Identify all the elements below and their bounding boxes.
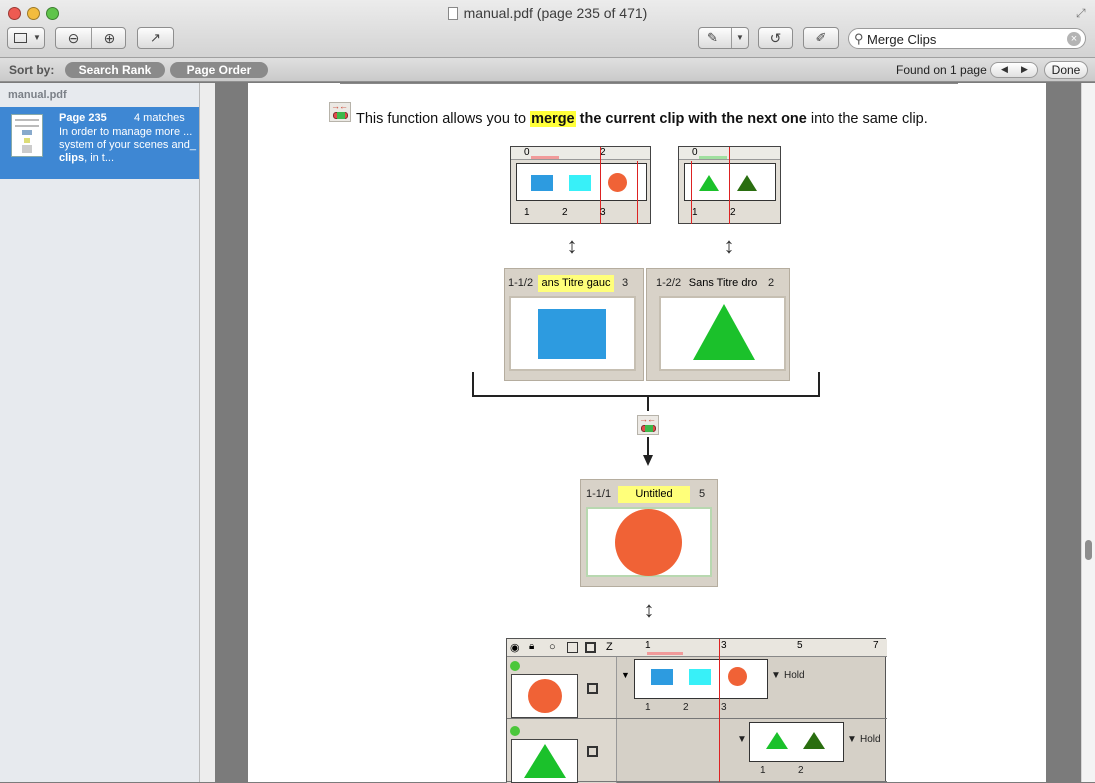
zoom-out-button[interactable]: ⊖: [56, 28, 91, 48]
rotate-icon: ↺: [769, 30, 782, 46]
search-rank-button[interactable]: Search Rank: [65, 62, 165, 78]
double-arrow-icon: ↕: [643, 597, 655, 622]
description-sentence: This function allows you to merge the cu…: [356, 111, 928, 127]
chevron-down-icon: ▼: [736, 33, 744, 42]
camera-icon: [585, 642, 596, 653]
timeline-after: ◉ 🔒︎ ○ Z 1 3 5 7 ▼ ▼ Hold 1 2 3 ▼ ▼ Hold…: [506, 638, 887, 783]
blue-square: [531, 175, 553, 191]
sort-bar: Sort by: Search Rank Page Order Found on…: [0, 58, 1095, 82]
clip-card-right: 1-2/2 Sans Titre dro 2: [646, 268, 790, 381]
square-icon: [567, 642, 578, 653]
sidebar-view-button[interactable]: ▼: [7, 27, 45, 49]
window-titlebar: manual.pdf (page 235 of 471) ⤢ ▼ ⊖ ⊕ ↗ ✎…: [0, 0, 1095, 58]
layer-thumbnail: [511, 674, 578, 718]
result-nav: ◀ ▶: [990, 62, 1038, 78]
markup-button[interactable]: ✎ ▼: [698, 27, 749, 49]
next-result-icon[interactable]: ▶: [1021, 64, 1028, 75]
camera-icon: [587, 746, 598, 757]
timeline-track-2: ▼ ▼ Hold 1 2: [507, 720, 887, 783]
sidebar-file-name: manual.pdf: [8, 89, 67, 101]
sidebar-icon: [14, 33, 27, 43]
done-button[interactable]: Done: [1044, 61, 1088, 79]
search-result-item[interactable]: Page 235 4 matches In order to manage mo…: [0, 107, 199, 179]
orange-circle: [608, 173, 627, 192]
merge-clips-icon: →←: [637, 414, 659, 435]
pen-icon: ✎: [707, 30, 718, 45]
dropdown-icon[interactable]: ▼: [847, 734, 857, 745]
share-icon: ↗: [150, 30, 161, 45]
search-field[interactable]: ⚲ ×: [848, 28, 1086, 49]
blue-square: [651, 669, 673, 685]
layer-thumbnail: [511, 739, 578, 783]
hold-label: Hold: [784, 670, 805, 681]
active-dot-icon: [510, 661, 520, 671]
camera-icon: [587, 683, 598, 694]
page-thumbnail: [11, 114, 43, 157]
double-arrow-icon: ↕: [723, 233, 735, 258]
eye-icon: ◉: [510, 642, 520, 654]
orange-circle: [528, 679, 562, 713]
page-top-rule: [340, 83, 958, 84]
cyan-square: [569, 175, 591, 191]
zoom-in-button[interactable]: ⊕: [92, 28, 127, 48]
edit-icon: ✐: [815, 30, 827, 45]
found-count: Found on 1 page: [896, 63, 987, 77]
document-icon: [447, 7, 458, 20]
share-button[interactable]: ↗: [137, 27, 174, 49]
timeline-before-left: 0 2 1 2 3: [510, 146, 651, 224]
merge-clips-icon: →←: [329, 101, 351, 122]
page-order-button[interactable]: Page Order: [170, 62, 268, 78]
active-dot-icon: [510, 726, 520, 736]
result-snippet: In order to manage more ... system of yo…: [59, 126, 196, 164]
merge-bracket: [472, 372, 820, 397]
zoom-group: ⊖ ⊕: [55, 27, 126, 49]
green-triangle: [699, 175, 719, 191]
scroll-thumb[interactable]: [1085, 540, 1092, 560]
hold-label: Hold: [860, 734, 881, 745]
cyan-square: [689, 669, 711, 685]
clip-card-merged: 1-1/1 Untitled 5: [580, 479, 718, 587]
document-view[interactable]: →← This function allows you to merge the…: [200, 83, 1095, 783]
window-title-text: manual.pdf (page 235 of 471): [463, 5, 648, 21]
blue-square: [538, 309, 606, 359]
pdf-page: →← This function allows you to merge the…: [248, 83, 1046, 783]
fullscreen-icon[interactable]: ⤢: [1076, 6, 1086, 21]
vertical-scrollbar[interactable]: [1081, 83, 1095, 782]
playhead: [719, 639, 720, 782]
clip-card-left: 1-1/2 ans Titre gauc 3: [504, 268, 644, 381]
timeline-before-right: 0 1 2: [678, 146, 781, 224]
green-triangle: [524, 744, 566, 778]
edit-button[interactable]: ✐: [803, 27, 839, 49]
dark-green-triangle: [803, 732, 825, 749]
lock-icon: 🔒︎: [529, 641, 535, 652]
orange-circle: [615, 509, 682, 576]
search-icon: ⚲: [854, 31, 864, 46]
timeline-track-1: ▼ ▼ Hold 1 2 3: [507, 657, 887, 719]
window-title: manual.pdf (page 235 of 471): [0, 5, 1095, 21]
search-results-sidebar: manual.pdf Page 235 4 matches In order t…: [0, 83, 200, 782]
sort-label: Sort by:: [9, 63, 55, 77]
expand-arrow-icon[interactable]: ▼: [621, 670, 630, 680]
green-triangle: [766, 732, 788, 749]
result-match-count: 4 matches: [134, 112, 185, 124]
search-input[interactable]: [867, 31, 1062, 47]
orange-circle: [728, 667, 747, 686]
timeline-header: ◉ 🔒︎ ○ Z 1 3 5 7: [507, 639, 887, 657]
search-highlight: merge: [530, 111, 576, 127]
dark-green-triangle: [737, 175, 757, 191]
green-triangle: [693, 304, 755, 360]
rotate-button[interactable]: ↺: [758, 27, 793, 49]
clear-search-icon[interactable]: ×: [1067, 32, 1081, 46]
bulb-icon: ○: [549, 641, 556, 653]
timeline-ruler: 0 2: [511, 147, 650, 160]
result-page: Page 235: [59, 112, 107, 124]
clip-frames: [749, 722, 844, 762]
down-arrow-icon: [643, 455, 653, 466]
double-arrow-icon: ↕: [566, 233, 578, 258]
dropdown-icon[interactable]: ▼: [737, 734, 747, 745]
chevron-down-icon: ▼: [33, 33, 41, 42]
previous-result-icon[interactable]: ◀: [1001, 64, 1008, 75]
dropdown-icon[interactable]: ▼: [771, 670, 781, 681]
